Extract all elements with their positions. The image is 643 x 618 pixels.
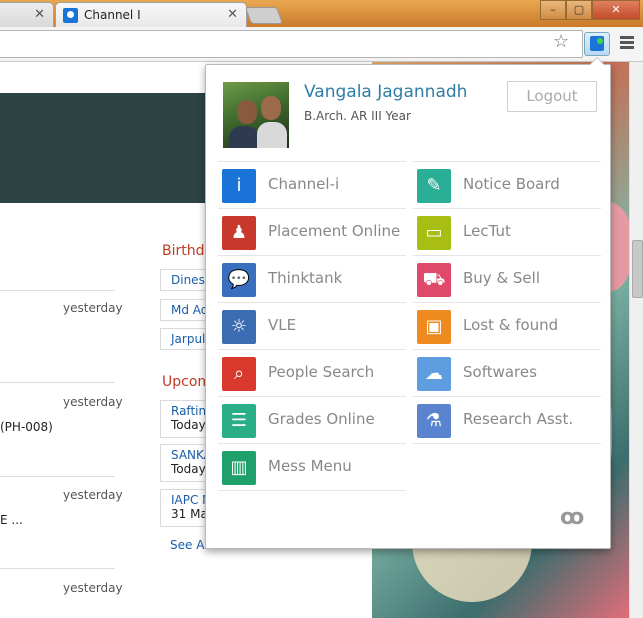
close-tab-icon[interactable]: ✕ [227, 7, 238, 22]
feed-time: yesterday [63, 395, 123, 409]
app-item-people-search[interactable]: ⌕ People Search [218, 349, 406, 396]
feed-text[interactable]: E ... [0, 513, 23, 527]
user-name[interactable]: Vangala Jagannadh [304, 82, 467, 102]
event-name: Rafting [171, 404, 210, 418]
extension-button[interactable] [584, 32, 610, 56]
app-item-vle[interactable]: ☼ VLE [218, 302, 406, 349]
app-item-grades-online[interactable]: ☰ Grades Online [218, 396, 406, 443]
see-all-link[interactable]: See Al [170, 538, 208, 552]
app-item-label: Softwares [463, 363, 537, 381]
app-item-label: Research Asst. [463, 410, 574, 428]
address-bar[interactable] [0, 30, 583, 58]
extension-popup: Vangala Jagannadh B.Arch. AR III Year Lo… [205, 57, 611, 549]
lightbulb-icon: ☼ [222, 310, 256, 344]
event-name: IAPC M [171, 493, 210, 507]
birthday-item[interactable]: Md Aq [160, 299, 210, 321]
scrollbar-thumb[interactable] [632, 240, 643, 298]
channel-i-extension-icon [590, 36, 604, 51]
microscope-icon: ⚗ [417, 404, 451, 438]
download-cloud-icon: ☁ [417, 357, 451, 391]
upcoming-event[interactable]: SANKA Today [160, 444, 210, 482]
minimize-button[interactable]: – [540, 0, 566, 20]
app-item-research-asst[interactable]: ⚗ Research Asst. [413, 396, 601, 444]
birthday-item[interactable]: Dinesh [160, 269, 210, 291]
bookmark-star-icon[interactable]: ☆ [553, 31, 569, 52]
app-item-label: Channel-i [268, 175, 340, 193]
event-name: SANKA [171, 448, 210, 462]
browser-toolbar: ☆ [0, 27, 643, 62]
chat-bubbles-icon: 💬 [222, 263, 256, 297]
app-item-placement-online[interactable]: ♟ Placement Online [218, 208, 406, 255]
close-tab-icon[interactable]: ✕ [34, 7, 45, 22]
feed-time: yesterday [63, 581, 123, 595]
app-item-label: Thinktank [268, 269, 343, 287]
user-subtitle: B.Arch. AR III Year [304, 109, 411, 123]
tab-title: Channel I [84, 8, 141, 22]
feed-time: yesterday [63, 488, 123, 502]
app-item-buy-sell[interactable]: ⛟ Buy & Sell [413, 255, 601, 302]
tab-channel-i[interactable]: Channel I ✕ [55, 2, 247, 28]
app-item-label: Grades Online [268, 410, 375, 428]
feed-divider [0, 382, 115, 383]
event-date: Today [171, 418, 206, 432]
tab-previous[interactable]: ✕ [0, 2, 54, 28]
tab-strip: ✕ Channel I ✕ – ▢ ✕ [0, 0, 643, 28]
app-item-softwares[interactable]: ☁ Softwares [413, 349, 601, 396]
maximize-button[interactable]: ▢ [566, 0, 592, 20]
upcoming-event[interactable]: Rafting Today [160, 400, 210, 438]
logout-button[interactable]: Logout [507, 81, 597, 112]
channel-i-favicon-icon [63, 8, 78, 23]
page-scrollbar[interactable] [629, 62, 643, 618]
app-item-channel-i[interactable]: i Channel-i [218, 161, 406, 208]
brand-logo-icon: ꝏ [560, 505, 585, 530]
app-item-mess-menu[interactable]: ▥ Mess Menu [218, 443, 406, 491]
chrome-menu-icon[interactable] [620, 36, 634, 51]
placement-icon: ♟ [222, 216, 256, 250]
channel-i-icon: i [222, 169, 256, 203]
app-item-label: Lost & found [463, 316, 559, 334]
feed-time: yesterday [63, 301, 123, 315]
app-item-label: Buy & Sell [463, 269, 540, 287]
app-item-notice-board[interactable]: ✎ Notice Board [413, 161, 601, 208]
grades-icon: ☰ [222, 404, 256, 438]
feed-divider [0, 476, 115, 477]
people-search-icon: ⌕ [222, 357, 256, 391]
new-tab-button[interactable] [244, 7, 284, 24]
avatar [223, 82, 289, 148]
app-item-label: VLE [268, 316, 297, 334]
upcoming-title: Upcom [162, 374, 212, 390]
book-icon: ▭ [417, 216, 451, 250]
feed-divider [0, 290, 115, 291]
app-item-thinktank[interactable]: 💬 Thinktank [218, 255, 406, 302]
drink-icon: ▥ [222, 451, 256, 485]
feed-divider [0, 568, 115, 569]
app-item-lectut[interactable]: ▭ LecTut [413, 208, 601, 255]
app-item-label: People Search [268, 363, 375, 381]
app-item-label: Mess Menu [268, 457, 352, 475]
upcoming-event[interactable]: IAPC M 31 Mar [160, 489, 210, 527]
feed-text[interactable]: (PH-008) [0, 420, 53, 434]
box-icon: ▣ [417, 310, 451, 344]
app-item-label: Notice Board [463, 175, 560, 193]
app-item-label: Placement Online [268, 222, 401, 240]
cart-icon: ⛟ [417, 263, 451, 297]
close-window-button[interactable]: ✕ [592, 0, 640, 20]
pin-icon: ✎ [417, 169, 451, 203]
event-date: Today [171, 462, 206, 476]
birthday-item[interactable]: Jarpul [160, 328, 210, 350]
app-item-lost-found[interactable]: ▣ Lost & found [413, 302, 601, 349]
app-item-label: LecTut [463, 222, 511, 240]
event-date: 31 Mar [171, 507, 210, 521]
